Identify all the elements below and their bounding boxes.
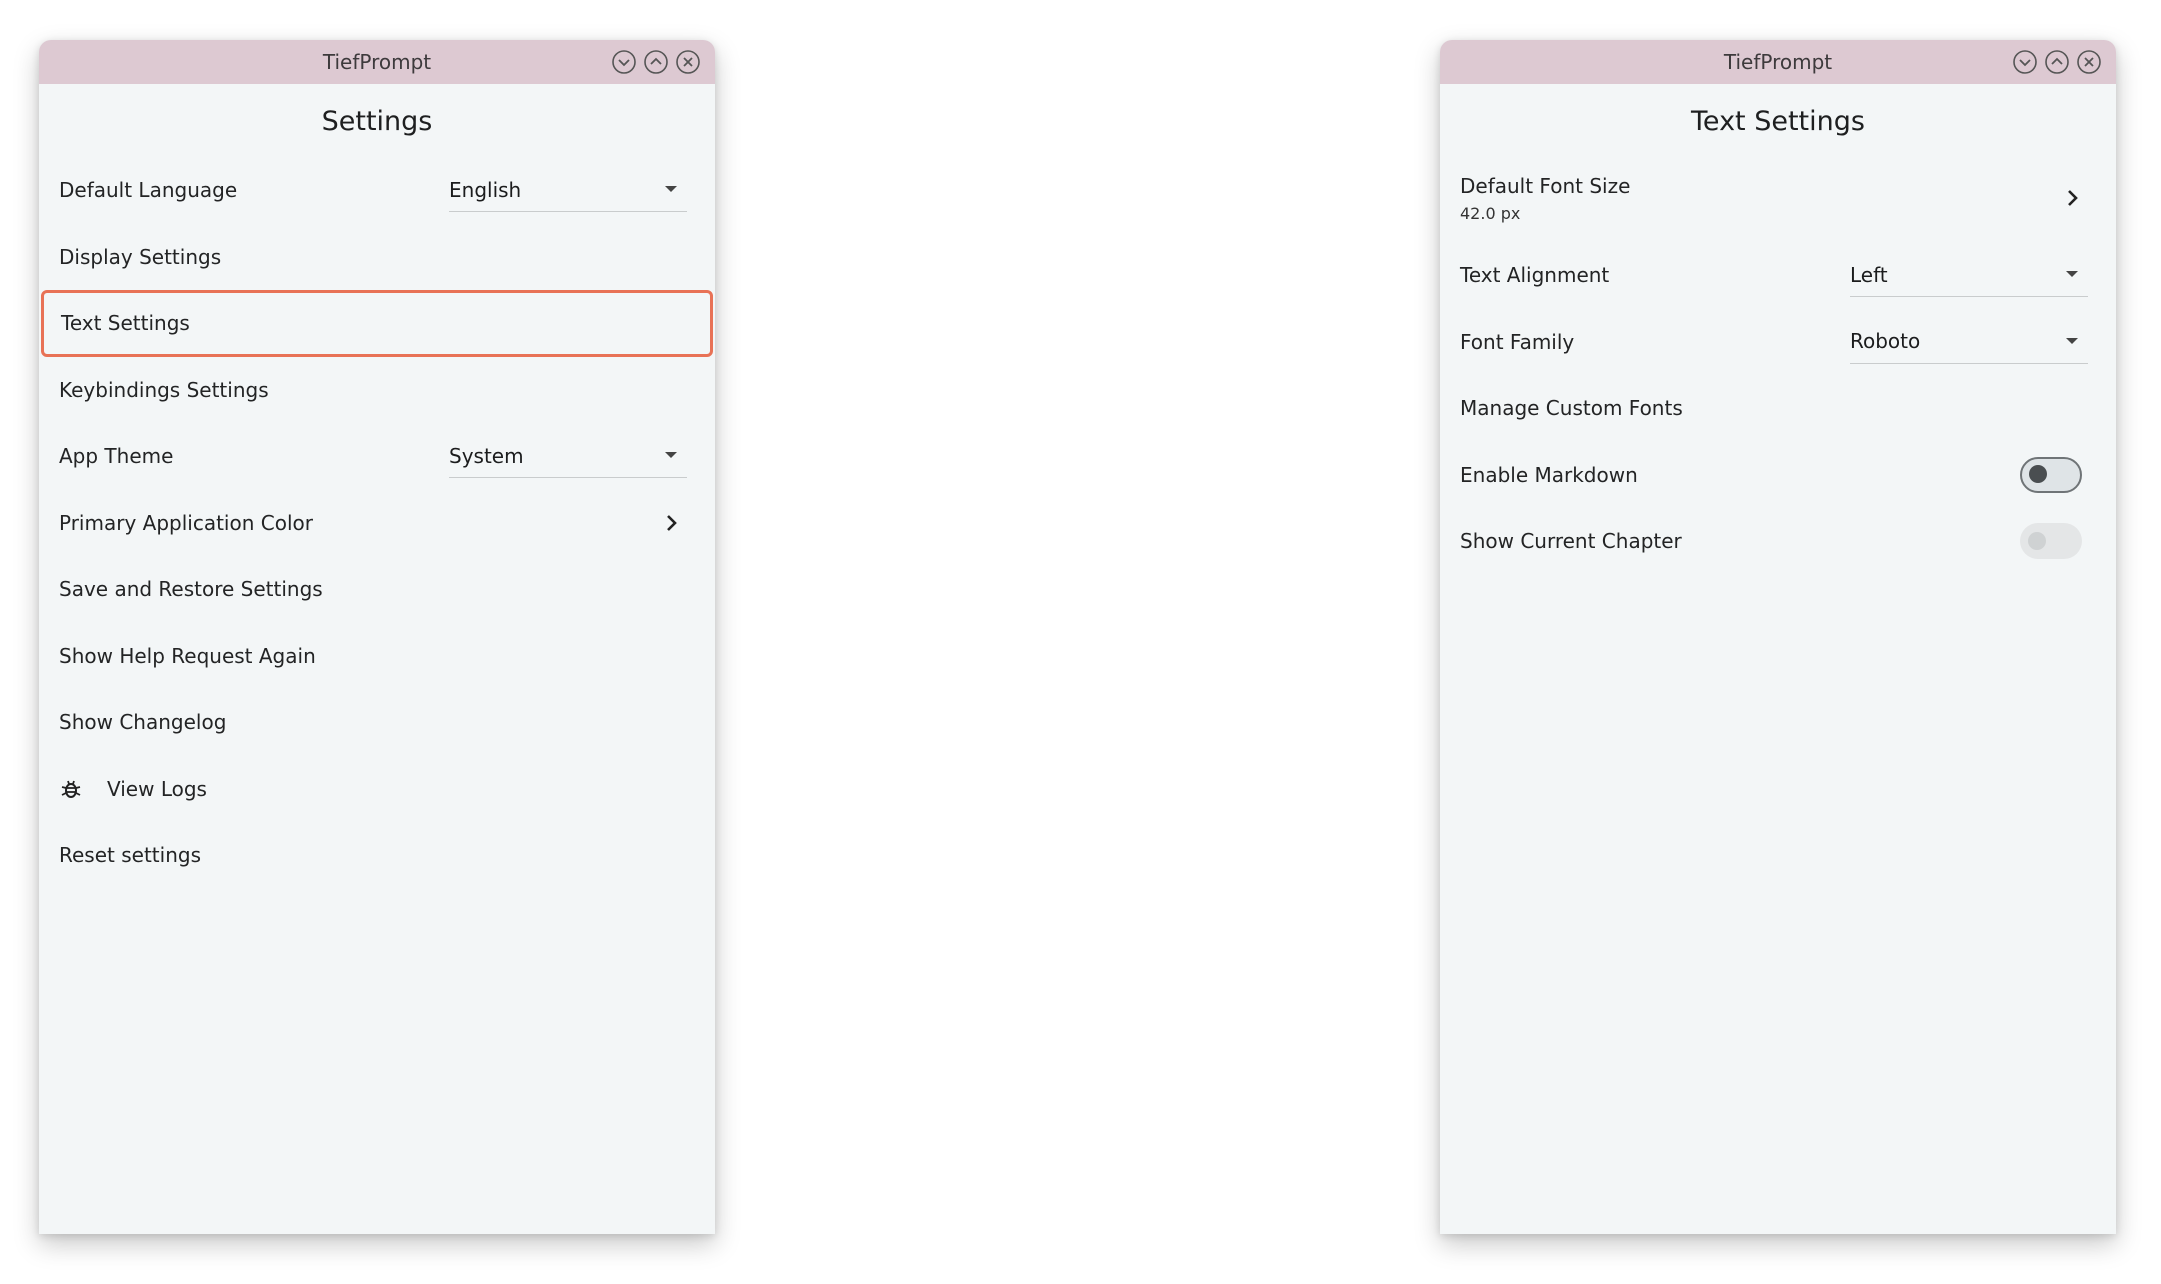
view-logs-label: View Logs xyxy=(107,776,207,801)
close-icon[interactable] xyxy=(675,49,701,75)
enable-markdown-row: Enable Markdown xyxy=(1440,442,2116,509)
window-title: TiefPrompt xyxy=(1723,50,1833,74)
enable-markdown-label: Enable Markdown xyxy=(1460,462,1638,487)
keybindings-settings-label: Keybindings Settings xyxy=(59,377,269,402)
language-value: English xyxy=(449,177,522,202)
theme-dropdown[interactable]: System xyxy=(449,434,687,479)
reset-settings-item[interactable]: Reset settings xyxy=(39,822,715,889)
minimize-icon[interactable] xyxy=(2012,49,2038,75)
theme-value: System xyxy=(449,443,524,468)
text-settings-window: TiefPrompt Text Settings Default Font Si… xyxy=(1440,40,2116,1234)
text-settings-label: Text Settings xyxy=(61,311,190,336)
text-alignment-value: Left xyxy=(1850,262,1888,287)
display-settings-item[interactable]: Display Settings xyxy=(39,224,715,291)
font-size-label: Default Font Size xyxy=(1460,173,1631,198)
keybindings-settings-item[interactable]: Keybindings Settings xyxy=(39,357,715,424)
enable-markdown-toggle[interactable] xyxy=(2020,456,2082,493)
text-alignment-dropdown[interactable]: Left xyxy=(1850,253,2088,298)
default-language-row: Default Language English xyxy=(39,157,715,224)
dropdown-arrow-icon xyxy=(665,186,677,193)
close-icon[interactable] xyxy=(2076,49,2102,75)
app-theme-row: App Theme System xyxy=(39,423,715,490)
window-controls xyxy=(611,49,701,75)
show-changelog-label: Show Changelog xyxy=(59,710,227,735)
show-help-item[interactable]: Show Help Request Again xyxy=(39,623,715,690)
font-family-value: Roboto xyxy=(1850,329,1921,354)
dropdown-arrow-icon xyxy=(2066,337,2078,344)
display-settings-label: Display Settings xyxy=(59,244,222,269)
settings-window: TiefPrompt Settings Default Language Eng… xyxy=(39,40,715,1234)
manage-custom-fonts-item[interactable]: Manage Custom Fonts xyxy=(1440,375,2116,442)
page-title: Text Settings xyxy=(1691,106,1865,137)
dropdown-arrow-icon xyxy=(2066,271,2078,278)
show-current-chapter-toggle xyxy=(2020,523,2082,560)
font-size-value: 42.0 px xyxy=(1460,203,1521,223)
dropdown-arrow-icon xyxy=(665,452,677,459)
settings-list: Default Language English Display Setting… xyxy=(39,157,715,889)
text-alignment-row: Text Alignment Left xyxy=(1440,242,2116,309)
bug-icon xyxy=(61,780,81,798)
show-current-chapter-row: Show Current Chapter xyxy=(1440,508,2116,575)
save-restore-item[interactable]: Save and Restore Settings xyxy=(39,556,715,623)
font-family-row: Font Family Roboto xyxy=(1440,309,2116,376)
manage-custom-fonts-label: Manage Custom Fonts xyxy=(1460,396,1683,421)
show-help-label: Show Help Request Again xyxy=(59,643,316,668)
toggle-knob xyxy=(2028,532,2046,551)
text-settings-list: Default Font Size 42.0 px Text Alignment… xyxy=(1440,154,2116,575)
titlebar[interactable]: TiefPrompt xyxy=(39,40,715,84)
maximize-icon[interactable] xyxy=(2044,49,2070,75)
show-current-chapter-label: Show Current Chapter xyxy=(1460,529,1682,554)
maximize-icon[interactable] xyxy=(643,49,669,75)
window-title: TiefPrompt xyxy=(322,50,432,74)
show-changelog-item[interactable]: Show Changelog xyxy=(39,689,715,756)
chevron-right-icon xyxy=(2068,190,2078,206)
language-dropdown[interactable]: English xyxy=(449,168,687,213)
primary-color-label: Primary Application Color xyxy=(59,510,313,535)
view-logs-item[interactable]: View Logs xyxy=(39,756,715,823)
text-settings-item[interactable]: Text Settings xyxy=(41,290,713,357)
font-family-dropdown[interactable]: Roboto xyxy=(1850,320,2088,364)
save-restore-label: Save and Restore Settings xyxy=(59,577,323,602)
titlebar[interactable]: TiefPrompt xyxy=(1440,40,2116,84)
chevron-right-icon xyxy=(667,514,677,531)
reset-settings-label: Reset settings xyxy=(59,843,201,868)
page-title: Settings xyxy=(321,106,433,137)
primary-color-item[interactable]: Primary Application Color xyxy=(39,490,715,557)
default-font-size-item[interactable]: Default Font Size 42.0 px xyxy=(1440,154,2116,242)
minimize-icon[interactable] xyxy=(611,49,637,75)
window-controls xyxy=(2012,49,2102,75)
toggle-knob xyxy=(2029,465,2047,484)
